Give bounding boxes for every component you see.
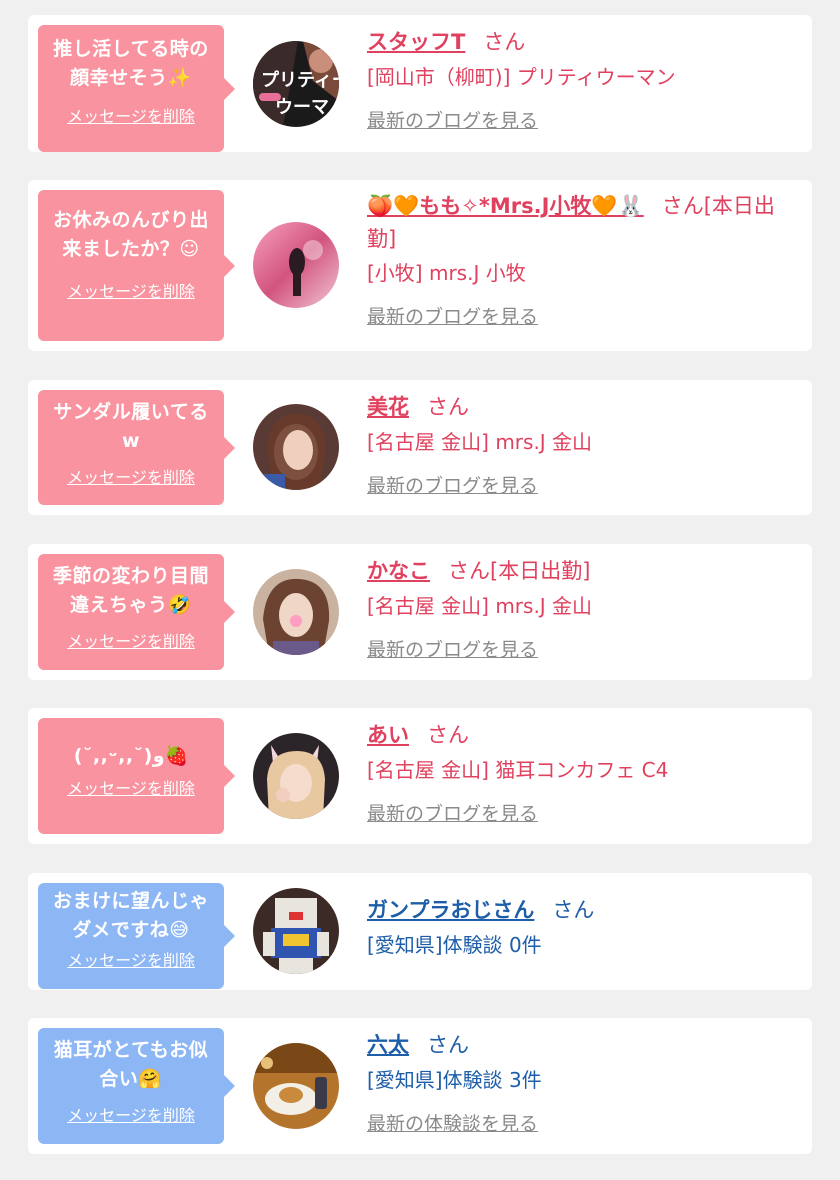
svg-text:ウーマ: ウーマ: [275, 97, 329, 118]
avatar[interactable]: プリティー ウーマ: [253, 41, 339, 127]
name-suffix: さん: [427, 395, 469, 419]
message-bubble: おまけに望んじゃ ダメですね😅 メッセージを削除: [38, 883, 235, 989]
user-info: 美花 さん [名古屋 金山] mrs.J 金山 最新のブログを見る: [367, 390, 796, 498]
message-text: お休みのんびり出 来ましたか？☺: [52, 209, 209, 260]
latest-blog-link[interactable]: 最新のブログを見る: [367, 635, 538, 662]
message-bubble: お休みのんびり出 来ましたか？☺ メッセージを削除: [38, 190, 235, 341]
avatar[interactable]: [253, 888, 339, 974]
avatar[interactable]: [253, 222, 339, 308]
list-item: (˘,,ᵕ,,˘)و🍓 メッセージを削除 あい さん [名古屋 金山] 猫耳コンカ…: [28, 708, 812, 844]
latest-blog-link[interactable]: 最新のブログを見る: [367, 471, 538, 498]
delete-message-link[interactable]: メッセージを削除: [67, 628, 195, 652]
name-suffix: さん: [552, 898, 595, 922]
avatar[interactable]: [253, 733, 339, 819]
message-text: おまけに望んじゃ ダメですね😅: [52, 890, 209, 941]
message-bubble: (˘,,ᵕ,,˘)و🍓 メッセージを削除: [38, 718, 235, 834]
message-text: 推し活してる時の 顔幸せそう✨: [53, 38, 209, 89]
message-list: 推し活してる時の 顔幸せそう✨ メッセージを削除 プリティー ウーマ スタッフT…: [0, 0, 840, 1180]
user-info: スタッフT さん [岡山市（柳町)] プリティウーマン 最新のブログを見る: [367, 25, 796, 133]
user-info: ガンプラおじさん さん [愛知県]体験談 0件: [367, 893, 796, 962]
delete-message-link[interactable]: メッセージを削除: [67, 464, 195, 488]
avatar[interactable]: [253, 404, 339, 490]
user-info: 🍑🧡もも✧*Mrs.J小牧🧡🐰 さん[本日出勤] [小牧] mrs.J 小牧 最新…: [367, 190, 796, 329]
message-bubble: 推し活してる時の 顔幸せそう✨ メッセージを削除: [38, 25, 235, 152]
shop-name: [愛知県]体験談 3件: [367, 1068, 542, 1092]
delete-message-link[interactable]: メッセージを削除: [67, 278, 195, 302]
latest-blog-link[interactable]: 最新のブログを見る: [367, 302, 538, 329]
message-text: サンダル履いてる w: [53, 401, 209, 452]
user-name-link[interactable]: かなこ: [367, 559, 430, 583]
user-name-link[interactable]: ガンプラおじさん: [367, 898, 534, 922]
list-item: サンダル履いてる w メッセージを削除 美花 さん [名古屋 金山] mrs.J …: [28, 380, 812, 515]
message-bubble: 季節の変わり目間 違えちゃう🤣 メッセージを削除: [38, 554, 235, 670]
name-suffix: さん[本日出勤]: [448, 559, 591, 583]
avatar[interactable]: [253, 569, 339, 655]
latest-blog-link[interactable]: 最新のブログを見る: [367, 106, 538, 133]
name-suffix: さん: [427, 723, 469, 747]
shop-name: [名古屋 金山] mrs.J 金山: [367, 594, 593, 618]
shop-name: [名古屋 金山] 猫耳コンカフェ C4: [367, 758, 669, 782]
delete-message-link[interactable]: メッセージを削除: [67, 947, 195, 971]
delete-message-link[interactable]: メッセージを削除: [67, 775, 195, 799]
user-name-link[interactable]: スタッフT: [367, 30, 465, 54]
latest-blog-link[interactable]: 最新のブログを見る: [367, 799, 538, 826]
message-bubble: サンダル履いてる w メッセージを削除: [38, 390, 235, 505]
message-text: (˘,,ᵕ,,˘)و🍓: [73, 745, 189, 767]
list-item: 猫耳がとてもお似 合い🤗 メッセージを削除 六太 さん [愛知県]体験談 3件 最…: [28, 1018, 812, 1154]
user-name-link[interactable]: 美花: [367, 395, 409, 419]
avatar[interactable]: [253, 1043, 339, 1129]
shop-name: [岡山市（柳町)] プリティウーマン: [367, 65, 676, 89]
message-text: 猫耳がとてもお似 合い🤗: [53, 1039, 209, 1090]
shop-name: [愛知県]体験談 0件: [367, 933, 542, 957]
svg-text:プリティー: プリティー: [261, 69, 339, 91]
list-item: おまけに望んじゃ ダメですね😅 メッセージを削除 ガンプラおじさん さん [愛知県…: [28, 873, 812, 990]
list-item: 推し活してる時の 顔幸せそう✨ メッセージを削除 プリティー ウーマ スタッフT…: [28, 15, 812, 152]
name-suffix: さん: [483, 30, 526, 54]
user-name-link[interactable]: あい: [367, 723, 409, 747]
name-suffix: さん: [427, 1033, 469, 1057]
delete-message-link[interactable]: メッセージを削除: [67, 1102, 195, 1126]
latest-review-link[interactable]: 最新の体験談を見る: [367, 1109, 538, 1136]
shop-name: [小牧] mrs.J 小牧: [367, 261, 526, 285]
message-text: 季節の変わり目間 違えちゃう🤣: [52, 565, 209, 616]
user-info: 六太 さん [愛知県]体験談 3件 最新の体験談を見る: [367, 1028, 796, 1136]
shop-name: [名古屋 金山] mrs.J 金山: [367, 430, 593, 454]
list-item: お休みのんびり出 来ましたか？☺ メッセージを削除 🍑🧡もも✧*Mrs.J小牧🧡…: [28, 180, 812, 351]
user-name-link[interactable]: 六太: [367, 1033, 409, 1057]
list-item: 季節の変わり目間 違えちゃう🤣 メッセージを削除 かなこ さん[本日出勤] [名古…: [28, 544, 812, 680]
user-info: かなこ さん[本日出勤] [名古屋 金山] mrs.J 金山 最新のブログを見る: [367, 554, 796, 662]
message-bubble: 猫耳がとてもお似 合い🤗 メッセージを削除: [38, 1028, 235, 1144]
user-info: あい さん [名古屋 金山] 猫耳コンカフェ C4 最新のブログを見る: [367, 718, 796, 826]
delete-message-link[interactable]: メッセージを削除: [67, 103, 195, 127]
user-name-link[interactable]: 🍑🧡もも✧*Mrs.J小牧🧡🐰: [367, 194, 644, 218]
